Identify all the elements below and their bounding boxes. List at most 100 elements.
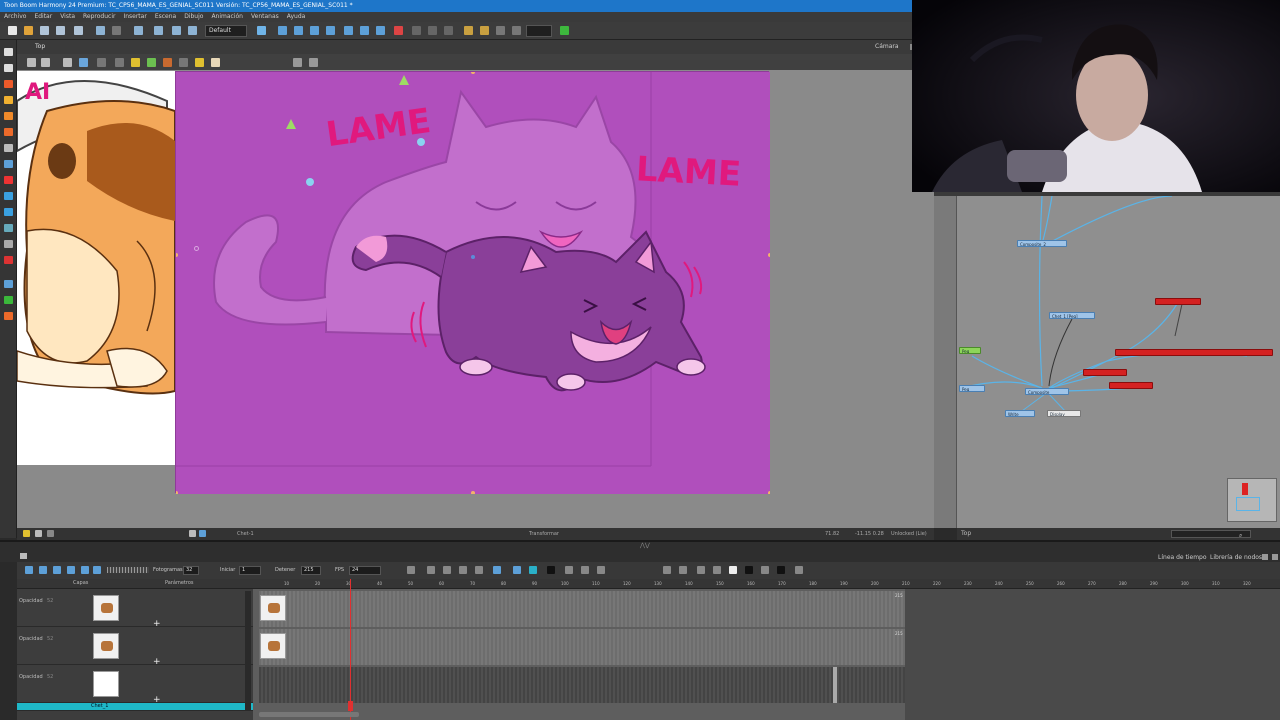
- lock-icon[interactable]: [131, 58, 140, 67]
- blank-cell-icon[interactable]: [729, 566, 737, 574]
- onion-icon[interactable]: [412, 26, 421, 35]
- flip-icon[interactable]: [147, 58, 156, 67]
- dropper-tool-icon[interactable]: [4, 192, 13, 200]
- more-icon[interactable]: [795, 566, 803, 574]
- add-drawing-layer-icon[interactable]: [493, 566, 501, 574]
- start-frame-field[interactable]: 1: [239, 566, 261, 575]
- stop-frame-field[interactable]: 215: [301, 566, 321, 575]
- ease-icon[interactable]: [475, 566, 483, 574]
- stroke-tool-icon[interactable]: [4, 312, 13, 320]
- node-left-peg[interactable]: Peg: [959, 385, 985, 392]
- add-view-icon[interactable]: [1262, 554, 1268, 560]
- select-tool-icon[interactable]: [4, 48, 13, 56]
- camera-view-tab[interactable]: Top: [35, 40, 45, 54]
- view-icon[interactable]: [512, 26, 521, 35]
- gear-icon[interactable]: [41, 58, 50, 67]
- menu-vista[interactable]: Vista: [60, 12, 75, 22]
- cut-icon[interactable]: [74, 26, 83, 35]
- node-chet-peg[interactable]: Chet_1 [Peg]: [1049, 312, 1095, 319]
- node-composite-top[interactable]: Composite_2: [1017, 240, 1067, 247]
- menu-animacion[interactable]: Animación: [211, 12, 243, 22]
- node-navigator[interactable]: [1227, 478, 1277, 522]
- layer-properties-icon[interactable]: [547, 566, 555, 574]
- frame-icon[interactable]: [188, 26, 197, 35]
- shape-tool-icon[interactable]: [4, 160, 13, 168]
- selected-layer-name[interactable]: Chet_1: [91, 703, 108, 709]
- layer-row[interactable]: Opacidad 52 +: [17, 627, 253, 667]
- current-frame-field[interactable]: 32: [183, 566, 199, 575]
- node-view[interactable]: Composite_2 Chet_1 [Peg] Peg Peg Composi…: [957, 196, 1280, 528]
- field-chart-icon[interactable]: [480, 26, 489, 35]
- search-icon[interactable]: ⌕: [1239, 530, 1247, 539]
- playhead-handle[interactable]: [348, 701, 353, 711]
- bulb-icon[interactable]: [195, 58, 204, 67]
- render-icon[interactable]: [560, 26, 569, 35]
- grid-icon[interactable]: [444, 26, 453, 35]
- opacity-value[interactable]: 52: [47, 598, 53, 604]
- zoom-tool-icon[interactable]: [4, 240, 13, 248]
- splitter-handle-icon[interactable]: ⋀⋁: [640, 542, 656, 549]
- light-table-icon[interactable]: [428, 26, 437, 35]
- lock-layer-icon[interactable]: [761, 566, 769, 574]
- timeline-frames[interactable]: 10 20 30 40 50 60 70 80 90 100 110 120 1…: [253, 579, 1280, 720]
- brush-tool-icon[interactable]: [4, 80, 13, 88]
- drawing-thumbnail[interactable]: [260, 633, 286, 659]
- node-write[interactable]: Write: [1005, 410, 1035, 417]
- globe-icon[interactable]: [199, 530, 206, 537]
- tab-timeline[interactable]: Línea de tiempo: [1158, 554, 1207, 561]
- permanent-select-icon[interactable]: [97, 58, 106, 67]
- first-frame-icon[interactable]: [67, 566, 75, 574]
- menu-ayuda[interactable]: Ayuda: [287, 12, 306, 22]
- new-file-icon[interactable]: [8, 26, 17, 35]
- view-mode-icon[interactable]: [47, 530, 54, 537]
- opacity-value[interactable]: 52: [47, 636, 53, 642]
- text-tool-icon[interactable]: [4, 144, 13, 152]
- egg-icon[interactable]: [211, 58, 220, 67]
- motion-keyframe-icon[interactable]: [443, 566, 451, 574]
- zoom-out-icon[interactable]: [697, 566, 705, 574]
- node-red-3[interactable]: [1083, 369, 1127, 376]
- stop-motion-keyframe-icon[interactable]: [459, 566, 467, 574]
- keyframe-marker[interactable]: [833, 667, 837, 703]
- snap-icon[interactable]: [115, 58, 124, 67]
- timeline-settings-icon[interactable]: [777, 566, 785, 574]
- safe-area-icon[interactable]: [464, 26, 473, 35]
- menu-archivo[interactable]: Archivo: [4, 12, 26, 22]
- layers-scrollbar[interactable]: [245, 591, 251, 711]
- brush-size-icon[interactable]: [163, 58, 172, 67]
- pivot-marker[interactable]: [194, 246, 199, 251]
- timeline-menu-icon[interactable]: [20, 553, 27, 559]
- collapse-icon[interactable]: [581, 566, 589, 574]
- workspace-save-icon[interactable]: [257, 26, 266, 35]
- grid-view-icon[interactable]: [63, 58, 72, 67]
- node-display[interactable]: Display: [1047, 410, 1081, 417]
- transform-tool-icon[interactable]: [4, 208, 13, 216]
- play-icon[interactable]: [25, 566, 33, 574]
- align-icon[interactable]: [293, 58, 302, 67]
- layer-row[interactable]: Opacidad 52 +: [17, 665, 253, 705]
- extend-exposure-icon[interactable]: [565, 566, 573, 574]
- undo-icon[interactable]: [96, 26, 105, 35]
- scale-icon[interactable]: [310, 26, 319, 35]
- menu-editar[interactable]: Editar: [34, 12, 52, 22]
- save-as-icon[interactable]: [56, 26, 65, 35]
- node-red-2[interactable]: [1115, 349, 1273, 356]
- cutter-tool-icon[interactable]: [4, 176, 13, 184]
- tab-node-library[interactable]: Librería de nodos: [1210, 554, 1262, 561]
- panel-close-icon[interactable]: [1272, 554, 1278, 560]
- menu-insertar[interactable]: Insertar: [123, 12, 146, 22]
- line-tool-icon[interactable]: [407, 566, 415, 574]
- frames-h-scrollbar[interactable]: [259, 712, 359, 717]
- drawing-thumbnail[interactable]: [260, 595, 286, 621]
- layer-row[interactable]: Opacidad 52 +: [17, 589, 253, 629]
- next-frame-icon[interactable]: [93, 566, 101, 574]
- contour-editor-icon[interactable]: [4, 64, 13, 72]
- lasso-icon[interactable]: [79, 58, 88, 67]
- copy-icon[interactable]: [154, 26, 163, 35]
- deform-icon[interactable]: [376, 26, 385, 35]
- add-keyframe-icon[interactable]: [427, 566, 435, 574]
- layer-row-selected[interactable]: Chet_1: [17, 703, 253, 711]
- frame-track[interactable]: [259, 667, 905, 703]
- add-peg-icon[interactable]: [513, 566, 521, 574]
- paste-icon[interactable]: [172, 26, 181, 35]
